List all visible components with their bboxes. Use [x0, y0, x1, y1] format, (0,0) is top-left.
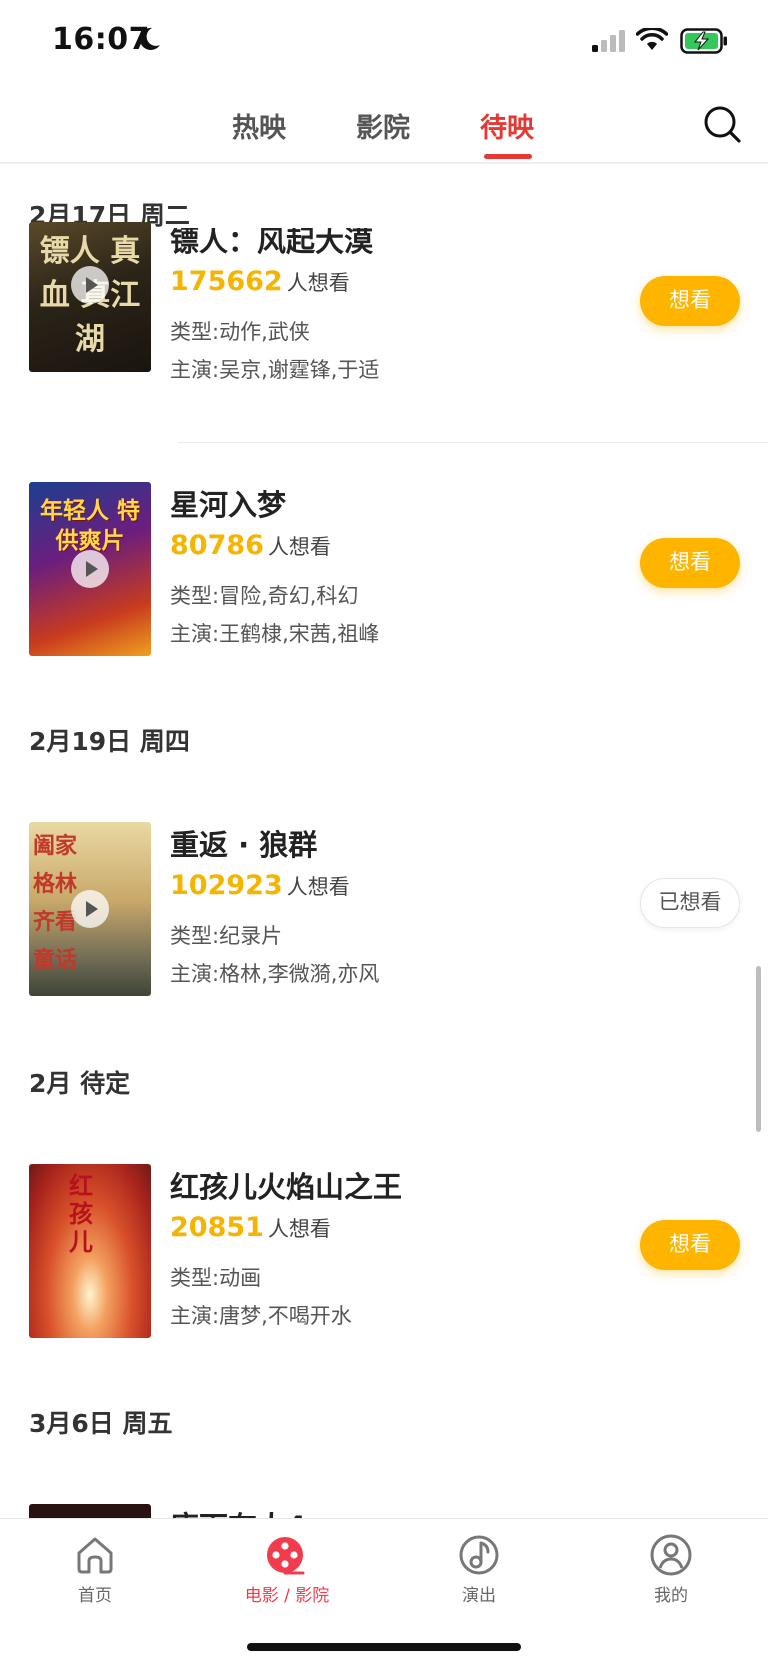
tabbar-label: 电影 / 影院 — [244, 1586, 330, 1606]
movie-title[interactable]: 唐下有人4 — [170, 1504, 306, 1518]
movie-item[interactable]: 红孩儿 红孩儿火焰山之王 20851 人想看 类型:动画 主演:唐梦,不喝开水 想… — [0, 1164, 768, 1339]
movie-poster[interactable]: 红孩儿 — [29, 1164, 151, 1338]
active-tab-indicator — [484, 154, 532, 159]
battery-charging-icon — [680, 28, 727, 54]
want-line: 102923 人想看 — [170, 870, 350, 901]
movie-title[interactable]: 镖人：风起大漠 — [170, 228, 373, 260]
poster-text: 红孩儿 — [69, 1171, 93, 1256]
want-to-see-button[interactable]: 想看 — [640, 1220, 740, 1270]
movie-item[interactable]: 镖人 真血 真江湖 镖人：风起大漠 175662 人想看 类型:动作,武侠 主演:… — [0, 222, 768, 407]
play-icon[interactable] — [71, 550, 109, 588]
movie-cast: 主演:唐梦,不喝开水 — [170, 1304, 352, 1328]
movie-cast: 主演:王鹤棣,宋茜,祖峰 — [170, 622, 380, 646]
user-icon — [650, 1534, 692, 1576]
movie-cast: 主演:格林,李微漪,亦风 — [170, 962, 380, 986]
movie-item[interactable]: 唐下有人4 — [0, 1504, 768, 1518]
home-indicator — [247, 1643, 521, 1651]
movie-item[interactable]: 年轻人 特供爽片 星河入梦 80786 人想看 类型:冒险,奇幻,科幻 主演:王鹤… — [0, 482, 768, 657]
scrollbar[interactable] — [756, 966, 761, 1132]
play-icon[interactable] — [71, 890, 109, 928]
tabbar-label: 演出 — [462, 1586, 496, 1606]
tabbar-label: 首页 — [78, 1586, 112, 1606]
want-suffix: 人想看 — [267, 535, 331, 559]
tabbar-item-movies[interactable]: 电影 / 影院 — [222, 1533, 352, 1606]
bottom-tab-bar: 首页 电影 / 影院 演出 我的 — [0, 1518, 768, 1663]
tabbar-item-home[interactable]: 首页 — [30, 1533, 160, 1606]
want-to-see-button[interactable]: 想看 — [640, 276, 740, 326]
music-note-icon — [459, 1535, 499, 1575]
movie-poster[interactable]: 镖人 真血 真江湖 — [29, 222, 151, 372]
movie-genre: 类型:动作,武侠 — [170, 320, 310, 344]
movie-item[interactable]: 阖家 格林 齐看 童话 重返 · 狼群 102923 人想看 类型:纪录片 主演:… — [0, 822, 768, 997]
tab-now-showing[interactable]: 热映 — [232, 106, 286, 145]
want-count: 80786 — [170, 530, 264, 561]
wifi-icon — [636, 28, 668, 50]
movie-title[interactable]: 星河入梦 — [170, 482, 286, 524]
tabbar-label: 我的 — [654, 1586, 688, 1606]
movie-genre: 类型:纪录片 — [170, 924, 283, 948]
want-line: 20851 人想看 — [170, 1212, 331, 1243]
status-bar: 16:07 — [0, 0, 768, 84]
wanted-button[interactable]: 已想看 — [640, 878, 740, 928]
divider — [178, 442, 768, 443]
movie-poster[interactable]: 阖家 格林 齐看 童话 — [29, 822, 151, 996]
want-to-see-button[interactable]: 想看 — [640, 538, 740, 588]
movie-genre: 类型:动画 — [170, 1266, 262, 1290]
want-count: 175662 — [170, 266, 283, 297]
movie-list[interactable]: 2月17日 周二 镖人 真血 真江湖 镖人：风起大漠 175662 人想看 类型:… — [0, 166, 768, 1518]
tab-coming-soon[interactable]: 待映 — [480, 106, 534, 145]
movie-poster[interactable] — [29, 1504, 151, 1518]
movie-poster[interactable]: 年轻人 特供爽片 — [29, 482, 151, 656]
movie-title[interactable]: 重返 · 狼群 — [170, 822, 317, 864]
want-count: 102923 — [170, 870, 283, 901]
tabbar-item-profile[interactable]: 我的 — [606, 1533, 736, 1606]
search-icon[interactable] — [702, 104, 742, 144]
want-line: 80786 人想看 — [170, 530, 331, 561]
date-header: 2月 待定 — [29, 1069, 131, 1098]
date-header: 2月19日 周四 — [29, 727, 190, 756]
date-header: 3月6日 周五 — [29, 1409, 173, 1438]
want-suffix: 人想看 — [286, 875, 350, 899]
want-suffix: 人想看 — [286, 271, 350, 295]
tab-cinemas[interactable]: 影院 — [356, 106, 410, 145]
want-count: 20851 — [170, 1212, 264, 1243]
cellular-signal-icon — [592, 30, 625, 52]
play-icon[interactable] — [71, 266, 109, 304]
want-suffix: 人想看 — [267, 1217, 331, 1241]
film-reel-icon — [267, 1537, 305, 1575]
movie-cast: 主演:吴京,谢霆锋,于适 — [170, 358, 380, 382]
poster-text: 年轻人 特供爽片 — [39, 498, 140, 554]
moon-icon — [139, 27, 160, 50]
want-line: 175662 人想看 — [170, 266, 350, 297]
status-time: 16:07 — [52, 22, 150, 57]
movie-genre: 类型:冒险,奇幻,科幻 — [170, 584, 359, 608]
movie-title[interactable]: 红孩儿火焰山之王 — [170, 1164, 402, 1206]
top-tab-bar: 热映 影院 待映 — [0, 84, 768, 164]
tabbar-item-shows[interactable]: 演出 — [414, 1533, 544, 1606]
home-icon — [77, 1537, 113, 1574]
